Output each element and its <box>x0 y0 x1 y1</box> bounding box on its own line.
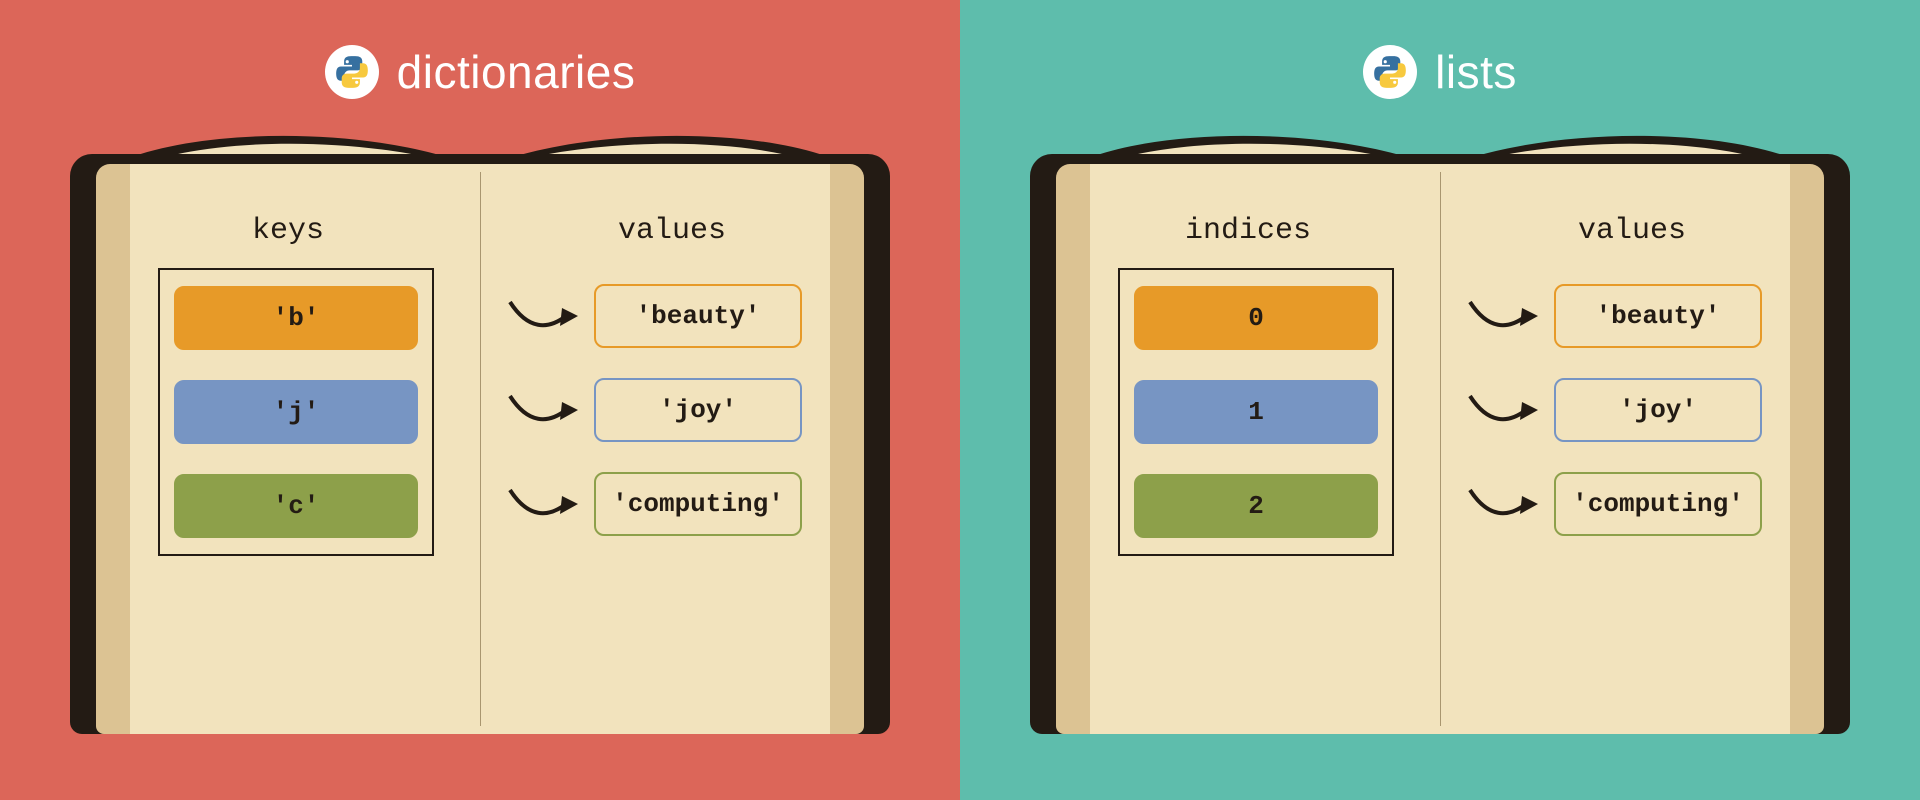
arrow-icon <box>1468 296 1542 336</box>
panel-lists: lists indices 0 1 2 values <box>960 0 1920 800</box>
indices-frame: 0 1 2 <box>1118 268 1394 556</box>
value-chip: 'beauty' <box>594 284 802 348</box>
title-lists: lists <box>1363 45 1517 99</box>
keys-label: keys <box>124 214 452 248</box>
page-indices: indices 0 1 2 <box>1056 164 1440 734</box>
index-chip: 0 <box>1134 286 1378 350</box>
values-label: values <box>1468 214 1796 248</box>
panel-dictionaries: dictionaries keys 'b' 'j' 'c' values <box>0 0 960 800</box>
arrow-icon <box>508 296 582 336</box>
indices-label: indices <box>1084 214 1412 248</box>
value-chip: 'joy' <box>1554 378 1762 442</box>
book-spine <box>1440 172 1441 726</box>
value-chip: 'beauty' <box>1554 284 1762 348</box>
page-values: values 'beauty' 'joy' 'computing' <box>480 164 864 734</box>
title-text: dictionaries <box>397 45 636 99</box>
python-logo-icon <box>325 45 379 99</box>
value-chip: 'joy' <box>594 378 802 442</box>
page-keys: keys 'b' 'j' 'c' <box>96 164 480 734</box>
arrow-icon <box>1468 484 1542 524</box>
index-chip: 2 <box>1134 474 1378 538</box>
book-spine <box>480 172 481 726</box>
key-chip: 'j' <box>174 380 418 444</box>
title-dictionaries: dictionaries <box>325 45 636 99</box>
arrow-icon <box>508 390 582 430</box>
book-dictionaries: keys 'b' 'j' 'c' values 'beauty' 'joy' <box>70 154 890 734</box>
index-chip: 1 <box>1134 380 1378 444</box>
page-values: values 'beauty' 'joy' 'computing' <box>1440 164 1824 734</box>
arrow-icon <box>508 484 582 524</box>
values-label: values <box>508 214 836 248</box>
title-text: lists <box>1435 45 1517 99</box>
value-chip: 'computing' <box>594 472 802 536</box>
book-lists: indices 0 1 2 values 'beauty' 'joy' <box>1030 154 1850 734</box>
value-chip: 'computing' <box>1554 472 1762 536</box>
keys-frame: 'b' 'j' 'c' <box>158 268 434 556</box>
python-logo-icon <box>1363 45 1417 99</box>
key-chip: 'c' <box>174 474 418 538</box>
key-chip: 'b' <box>174 286 418 350</box>
arrow-icon <box>1468 390 1542 430</box>
